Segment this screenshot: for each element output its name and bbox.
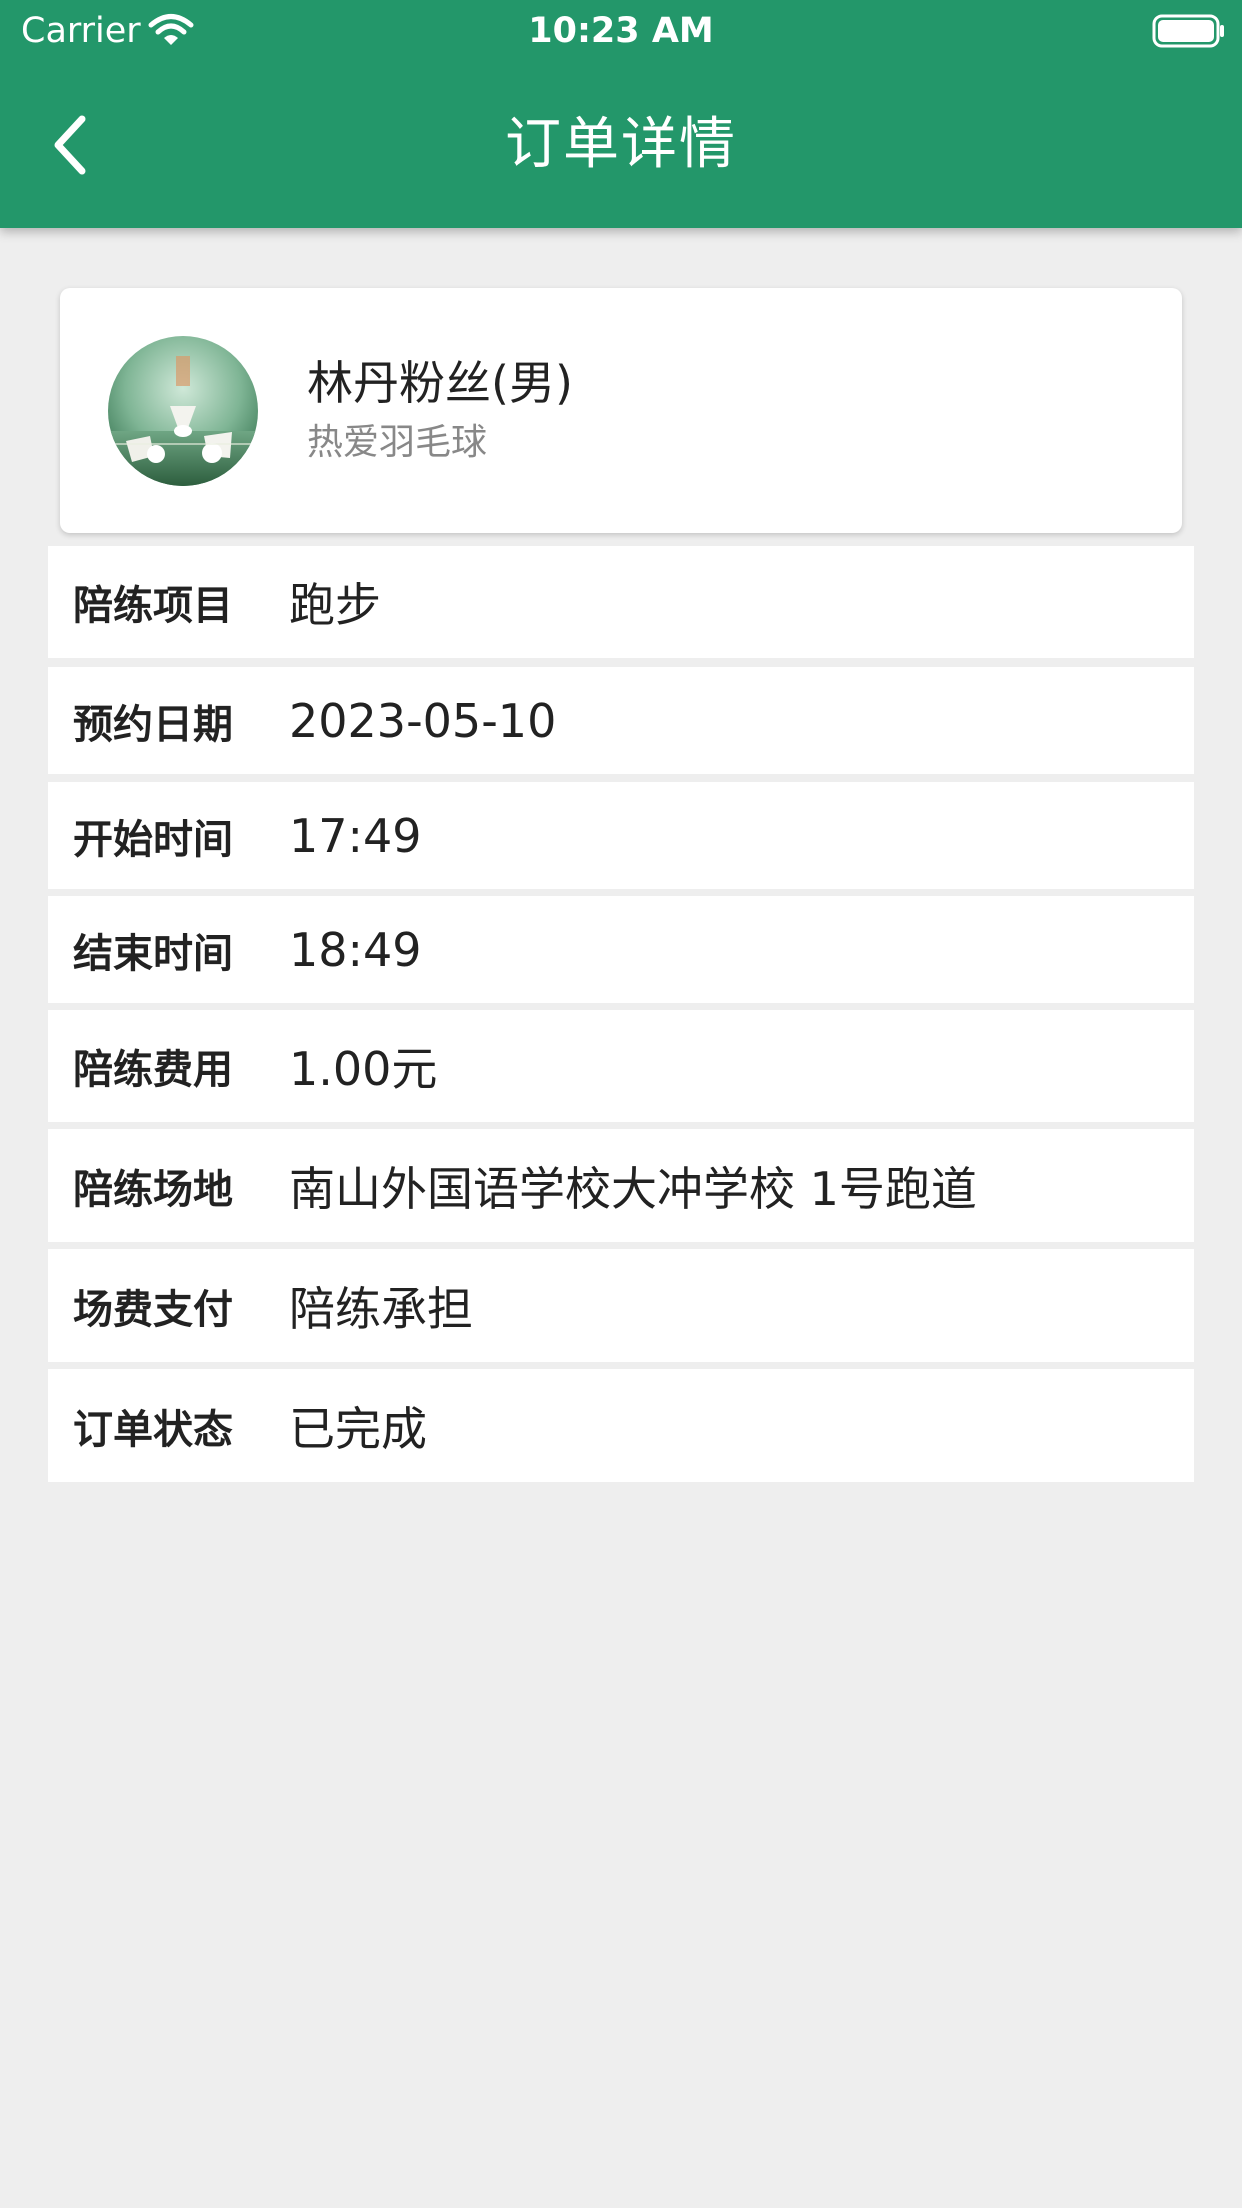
detail-label: 订单状态 — [73, 1406, 233, 1453]
navigation-bar: Carrier 10:23 AM 订单详情 — [0, 0, 1242, 228]
detail-label: 陪练项目 — [73, 583, 233, 629]
avatar — [108, 336, 258, 486]
detail-row-fee: 陪练费用 1.00元 — [48, 1010, 1194, 1122]
profile-description: 热爱羽毛球 — [307, 422, 488, 463]
detail-label: 结束时间 — [73, 930, 233, 977]
detail-value: 陪练承担 — [289, 1281, 473, 1336]
detail-row-project: 陪练项目 跑步 — [48, 546, 1194, 658]
detail-value: 2023-05-10 — [289, 693, 557, 748]
detail-row-order-status: 订单状态 已完成 — [48, 1369, 1194, 1482]
page-title: 订单详情 — [505, 112, 737, 177]
detail-row-venue: 陪练场地 南山外国语学校大冲学校 1号跑道 — [48, 1129, 1194, 1242]
detail-value: 17:49 — [289, 808, 422, 863]
battery-icon — [1152, 14, 1224, 48]
detail-value: 南山外国语学校大冲学校 1号跑道 — [289, 1161, 977, 1216]
detail-label: 陪练场地 — [73, 1166, 233, 1213]
order-status-value: 已完成 — [289, 1401, 427, 1456]
profile-card: 林丹粉丝(男) 热爱羽毛球 — [60, 288, 1182, 533]
status-time: 10:23 AM — [528, 11, 714, 51]
detail-label: 预约日期 — [73, 701, 233, 748]
profile-name: 林丹粉丝(男) — [307, 356, 573, 410]
detail-label: 场费支付 — [73, 1286, 233, 1333]
detail-row-start-time: 开始时间 17:49 — [48, 782, 1194, 889]
detail-value: 18:49 — [289, 922, 422, 977]
detail-row-end-time: 结束时间 18:49 — [48, 896, 1194, 1003]
detail-row-venue-payment: 场费支付 陪练承担 — [48, 1249, 1194, 1362]
status-bar: Carrier 10:23 AM — [0, 0, 1242, 62]
detail-value: 1.00元 — [289, 1042, 438, 1096]
detail-label: 陪练费用 — [73, 1047, 233, 1093]
detail-label: 开始时间 — [73, 816, 233, 863]
detail-value: 跑步 — [289, 578, 381, 632]
badminton-avatar-image — [108, 336, 258, 486]
detail-row-date: 预约日期 2023-05-10 — [48, 667, 1194, 774]
